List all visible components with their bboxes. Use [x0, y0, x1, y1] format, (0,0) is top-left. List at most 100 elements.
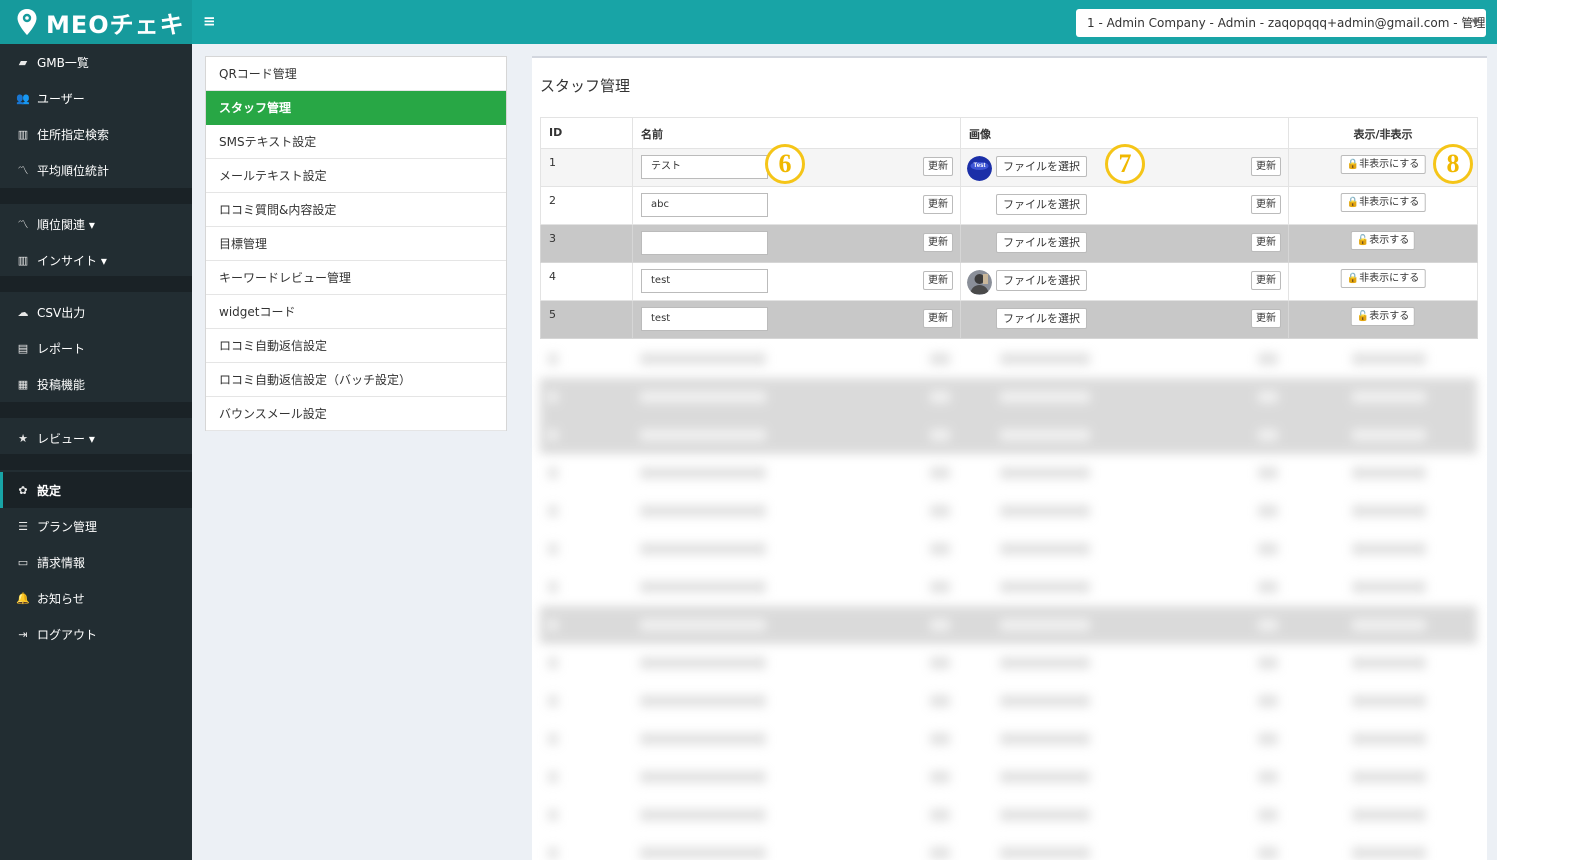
update-name-button[interactable]: 更新 [923, 157, 953, 176]
sidebar-item-0[interactable]: ▰ GMB一覧 [0, 44, 192, 80]
staff-visibility-cell: 🔓表示する [1288, 224, 1478, 263]
settings-menu-item[interactable]: SMSテキスト設定 [206, 125, 506, 159]
settings-menu-item[interactable]: キーワードレビュー管理 [206, 261, 506, 295]
staff-id-cell: 3 [540, 224, 633, 263]
update-image-button[interactable]: 更新 [1251, 309, 1281, 328]
blurred-row [540, 834, 1477, 860]
map-pin-icon [17, 9, 37, 35]
sign-out-icon: ⇥ [18, 627, 28, 641]
sidebar-item-4[interactable]: 〽順位関連 ▾ [0, 206, 192, 242]
toggle-visibility-button-lock-icon[interactable]: 🔒非表示にする [1340, 155, 1426, 174]
settings-menu-item[interactable]: 目標管理 [206, 227, 506, 261]
settings-menu-item[interactable]: バウンスメール設定 [206, 397, 506, 431]
blurred-row [540, 416, 1477, 454]
table-row: 2 abc 更新 ファイルを選択 更新 🔒非表示にする [540, 186, 1478, 225]
sidebar-item-12[interactable]: ▭ 請求情報 [0, 544, 192, 580]
sidebar-item-label: ユーザー [37, 91, 85, 106]
update-image-button[interactable]: 更新 [1251, 157, 1281, 176]
staff-name-input[interactable] [641, 231, 768, 255]
blurred-row [540, 530, 1477, 568]
top-bar: MEOチェキ ≡ 1 - Admin Company - Admin - zaq… [0, 0, 1497, 44]
toggle-visibility-button-lock-icon[interactable]: 🔒非表示にする [1340, 193, 1426, 212]
update-image-button[interactable]: 更新 [1251, 271, 1281, 290]
update-image-button[interactable]: 更新 [1251, 195, 1281, 214]
sidebar-item-label: 平均順位統計 [37, 163, 110, 178]
callout-marker-6: 6 [765, 144, 805, 184]
staff-id-cell: 2 [540, 186, 633, 225]
settings-submenu: QRコード管理 スタッフ管理 SMSテキスト設定 メールテキスト設定 ロコミ質問&内容設… [205, 56, 507, 431]
toggle-visibility-button-unlock-icon[interactable]: 🔓表示する [1350, 231, 1416, 250]
update-name-button[interactable]: 更新 [923, 271, 953, 290]
blurred-row [540, 682, 1477, 720]
staff-name-input[interactable]: test [641, 269, 768, 293]
sidebar-item-8[interactable]: ▦ 投稿機能 [0, 366, 192, 402]
account-select[interactable]: 1 - Admin Company - Admin - zaqopqqq+adm… [1076, 9, 1486, 37]
blurred-row [540, 340, 1477, 378]
staff-name-input[interactable]: abc [641, 193, 768, 217]
sidebar-item-10[interactable]: ✿ 設定 [0, 472, 192, 508]
svg-text:Test: Test [974, 163, 986, 169]
sidebar-item-11[interactable]: ☰ プラン管理 [0, 508, 192, 544]
blurred-row [540, 644, 1477, 682]
table-header-row: ID 名前 画像 表示/非表示 [540, 117, 1478, 149]
sidebar-item-14[interactable]: ⇥ ログアウト [0, 616, 192, 652]
sidebar-item-7[interactable]: ▤ レポート [0, 330, 192, 366]
sidebar-item-3[interactable]: 〽平均順位統計 [0, 152, 192, 188]
sidebar-item-6[interactable]: ☁ CSV出力 [0, 294, 192, 330]
sidebar-item-label: 順位関連 ▾ [37, 217, 95, 232]
sidebar-item-1[interactable]: 👥 ユーザー [0, 80, 192, 116]
blurred-row [540, 758, 1477, 796]
staff-id-cell: 5 [540, 300, 633, 339]
menu-toggle-icon[interactable]: ≡ [203, 12, 216, 30]
staff-name-input[interactable]: test [641, 307, 768, 331]
settings-menu-item[interactable]: ロコミ自動返信設定（バッチ設定） [206, 363, 506, 397]
update-name-button[interactable]: 更新 [923, 309, 953, 328]
sidebar-item-2[interactable]: ▥ 住所指定検索 [0, 116, 192, 152]
staff-image-cell: ファイルを選択 更新 [960, 224, 1289, 263]
sidebar-item-label: お知らせ [37, 591, 85, 606]
sidebar-separator [0, 276, 192, 292]
sidebar-item-label: インサイト ▾ [37, 253, 107, 268]
update-name-button[interactable]: 更新 [923, 195, 953, 214]
newspaper-icon: ▦ [17, 377, 29, 391]
staff-image-cell: ファイルを選択 更新 [960, 262, 1289, 301]
table-row: 4 test 更新 ファイルを選択 更新 🔒非表示にする [540, 262, 1478, 301]
settings-menu-item[interactable]: スタッフ管理 [206, 91, 506, 125]
line-chart-icon: 〽 [17, 218, 29, 231]
settings-menu-item[interactable]: widgetコード [206, 295, 506, 329]
update-image-button[interactable]: 更新 [1251, 233, 1281, 252]
bar-chart-icon: ▥ [17, 253, 29, 267]
settings-menu-item[interactable]: ロコミ質問&内容設定 [206, 193, 506, 227]
toggle-visibility-button-lock-icon[interactable]: 🔒非表示にする [1340, 269, 1426, 288]
choose-file-button[interactable]: ファイルを選択 [996, 194, 1087, 215]
sidebar-item-9[interactable]: ★ レビュー ▾ [0, 420, 192, 456]
staff-name-cell: test 更新 [632, 300, 961, 339]
staff-name-input[interactable]: テスト [641, 155, 768, 179]
toggle-visibility-button-unlock-icon[interactable]: 🔓表示する [1350, 307, 1416, 326]
settings-menu-item[interactable]: メールテキスト設定 [206, 159, 506, 193]
choose-file-button[interactable]: ファイルを選択 [996, 270, 1087, 291]
staff-name-cell: test 更新 [632, 262, 961, 301]
logo[interactable]: MEOチェキ [0, 0, 192, 44]
sidebar-item-label: レビュー ▾ [37, 431, 95, 446]
briefcase-icon: ▰ [18, 55, 28, 69]
blurred-row [540, 796, 1477, 834]
sidebar-item-5[interactable]: ▥ インサイト ▾ [0, 242, 192, 278]
settings-menu-item[interactable]: ロコミ自動返信設定 [206, 329, 506, 363]
list-icon: ☰ [18, 519, 28, 533]
star-icon: ★ [18, 431, 28, 445]
table-row: 5 test 更新 ファイルを選択 更新 🔓表示する [540, 300, 1478, 339]
sidebar: ▰ GMB一覧 👥 ユーザー ▥ 住所指定検索〽平均順位統計〽順位関連 ▾ ▥ インサイト ▾… [0, 44, 192, 860]
choose-file-button[interactable]: ファイルを選択 [996, 308, 1087, 329]
choose-file-button[interactable]: ファイルを選択 [996, 156, 1087, 177]
sidebar-item-13[interactable]: 🔔 お知らせ [0, 580, 192, 616]
settings-menu-item[interactable]: QRコード管理 [206, 57, 506, 91]
blurred-row [540, 492, 1477, 530]
sidebar-item-label: ログアウト [37, 627, 98, 642]
update-name-button[interactable]: 更新 [923, 233, 953, 252]
blurred-row [540, 606, 1477, 644]
staff-image-cell: ファイルを選択 更新 [960, 300, 1289, 339]
column-header-id: ID [540, 117, 633, 149]
choose-file-button[interactable]: ファイルを選択 [996, 232, 1087, 253]
table-row: 1 テスト 更新 Test ファイルを選択 更新 🔒非表示にする [540, 148, 1478, 187]
